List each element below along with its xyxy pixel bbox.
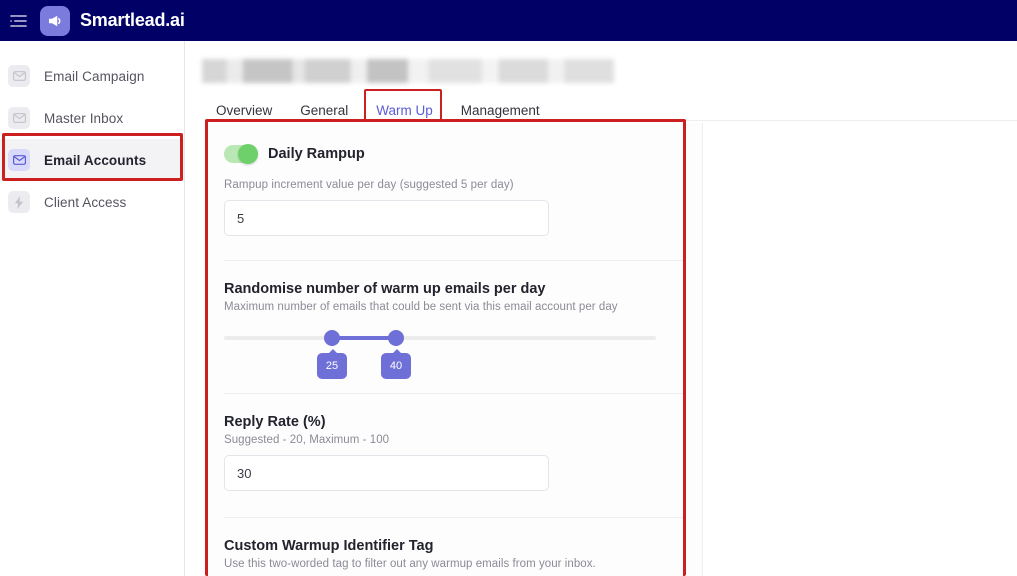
megaphone-icon bbox=[40, 6, 70, 36]
reply-rate-title: Reply Rate (%) bbox=[224, 414, 684, 430]
sidebar-item-label: Client Access bbox=[44, 195, 126, 210]
rampup-hint: Rampup increment value per day (suggeste… bbox=[224, 179, 684, 191]
slider-track bbox=[224, 336, 656, 340]
page-title bbox=[202, 59, 614, 83]
toggle-knob bbox=[238, 144, 258, 164]
tab-overview[interactable]: Overview bbox=[202, 97, 286, 124]
custom-tag-title: Custom Warmup Identifier Tag bbox=[224, 538, 684, 554]
tab-management[interactable]: Management bbox=[447, 97, 554, 124]
sidebar: Email Campaign Master Inbox Email Accoun… bbox=[0, 41, 185, 576]
reply-rate-subtitle: Suggested - 20, Maximum - 100 bbox=[224, 434, 684, 446]
sidebar-item-master-inbox[interactable]: Master Inbox bbox=[0, 97, 184, 139]
content-divider bbox=[686, 120, 1017, 121]
randomise-range-slider[interactable]: 25 40 bbox=[224, 327, 684, 379]
lightning-bolt-icon bbox=[8, 191, 30, 213]
envelope-icon bbox=[8, 107, 30, 129]
envelope-icon bbox=[8, 149, 30, 171]
daily-rampup-section: Daily Rampup Rampup increment value per … bbox=[206, 123, 702, 260]
randomise-section: Randomise number of warm up emails per d… bbox=[206, 261, 702, 393]
collapse-sidebar-icon[interactable] bbox=[0, 0, 38, 41]
tab-bar: Overview General Warm Up Management bbox=[202, 93, 554, 127]
custom-tag-section: Custom Warmup Identifier Tag Use this tw… bbox=[206, 518, 702, 570]
top-navigation-bar: Smartlead.ai bbox=[0, 0, 1017, 41]
app-window: Smartlead.ai Email Campaign Master Inbox bbox=[0, 0, 1017, 576]
tab-warm-up[interactable]: Warm Up bbox=[362, 97, 447, 124]
reply-rate-input[interactable]: 30 bbox=[224, 455, 549, 491]
custom-tag-subtitle: Use this two-worded tag to filter out an… bbox=[224, 558, 684, 570]
rampup-increment-input[interactable]: 5 bbox=[224, 200, 549, 236]
sidebar-item-label: Email Accounts bbox=[44, 153, 146, 168]
daily-rampup-toggle[interactable] bbox=[224, 145, 258, 163]
main-content: Overview General Warm Up Management Dail… bbox=[186, 41, 1017, 576]
reply-rate-section: Reply Rate (%) Suggested - 20, Maximum -… bbox=[206, 394, 702, 517]
sidebar-item-label: Master Inbox bbox=[44, 111, 123, 126]
warmup-settings-panel: Daily Rampup Rampup increment value per … bbox=[205, 123, 703, 576]
brand[interactable]: Smartlead.ai bbox=[40, 6, 185, 36]
daily-rampup-label: Daily Rampup bbox=[268, 146, 365, 162]
daily-rampup-toggle-row: Daily Rampup bbox=[224, 123, 684, 163]
sidebar-item-client-access[interactable]: Client Access bbox=[0, 181, 184, 223]
tab-general[interactable]: General bbox=[286, 97, 362, 124]
randomise-title: Randomise number of warm up emails per d… bbox=[224, 281, 684, 297]
sidebar-item-label: Email Campaign bbox=[44, 69, 144, 84]
envelope-icon bbox=[8, 65, 30, 87]
sidebar-item-email-accounts[interactable]: Email Accounts bbox=[0, 139, 184, 181]
slider-thumb-min[interactable] bbox=[324, 330, 340, 346]
randomise-subtitle: Maximum number of emails that could be s… bbox=[224, 301, 684, 313]
slider-value-max: 40 bbox=[381, 353, 411, 379]
brand-name: Smartlead.ai bbox=[80, 10, 185, 31]
slider-thumb-max[interactable] bbox=[388, 330, 404, 346]
sidebar-item-email-campaign[interactable]: Email Campaign bbox=[0, 55, 184, 97]
slider-value-min: 25 bbox=[317, 353, 347, 379]
